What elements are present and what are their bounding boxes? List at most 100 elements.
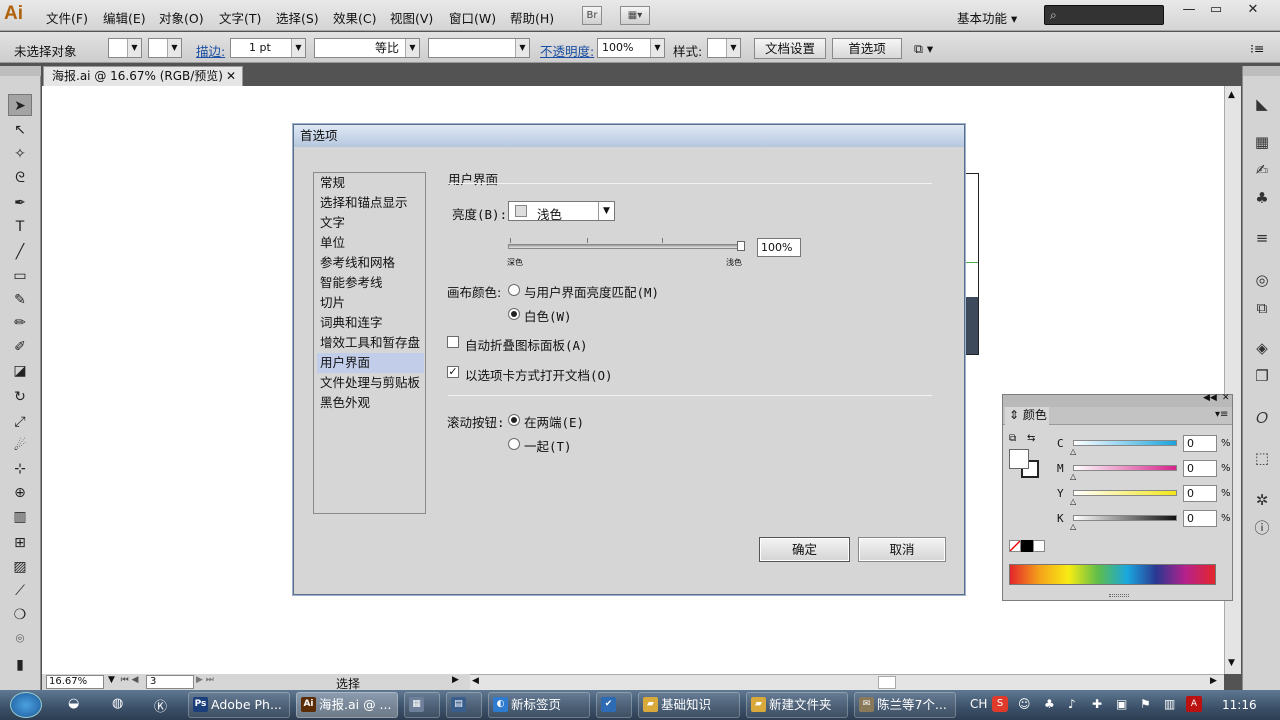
magenta-slider-handle[interactable]: △ — [1070, 472, 1076, 481]
panel-menu-icon[interactable]: ▾≡ — [1215, 409, 1228, 420]
taskbar-item-calculator[interactable]: ▦ — [404, 692, 440, 718]
category-item[interactable]: 增效工具和暂存盘 — [317, 333, 424, 353]
menu-effect[interactable]: 效果(C) — [333, 8, 376, 27]
black-value[interactable]: 0 — [1183, 510, 1217, 527]
panel-header[interactable]: ◀◀ ✕ — [1003, 393, 1232, 407]
category-item[interactable]: 参考线和网格 — [317, 253, 424, 273]
menu-help[interactable]: 帮助(H) — [510, 8, 554, 27]
network-icon[interactable]: ⚑ — [1140, 697, 1151, 711]
scroll-left-icon[interactable]: ◀ — [472, 676, 479, 686]
tray-icon[interactable]: ✚ — [1092, 697, 1102, 711]
open-as-tabs-checkbox[interactable]: ✓ — [447, 366, 459, 378]
stroke-link[interactable]: 描边: — [196, 41, 225, 60]
tray-icon[interactable]: ♣ — [1044, 697, 1055, 711]
magenta-value[interactable]: 0 — [1183, 460, 1217, 477]
first-artboard-icon[interactable]: ⏮ ◀ — [112, 675, 139, 685]
quicklaunch-icon[interactable]: ◒ — [68, 696, 79, 711]
menu-object[interactable]: 对象(O) — [159, 8, 204, 27]
tray-icon[interactable]: ▣ — [1116, 697, 1127, 711]
pen-tool-icon[interactable]: ✒ — [8, 192, 32, 214]
category-item[interactable]: 常规 — [317, 173, 424, 193]
canvas-match-radio[interactable] — [508, 284, 520, 296]
category-item[interactable]: 文件处理与剪贴板 — [317, 373, 424, 393]
layers-panel-icon[interactable]: ◈ — [1252, 338, 1272, 358]
cancel-button[interactable]: 取消 — [858, 537, 946, 562]
scroll-together-label[interactable]: 一起(T) — [524, 436, 572, 455]
tray-icon[interactable]: ☺ — [1018, 697, 1031, 711]
info-panel-icon[interactable]: ⓘ — [1252, 518, 1272, 538]
next-artboard-icon[interactable]: ▶ ⏭ — [196, 675, 214, 685]
rotate-tool-icon[interactable]: ↻ — [8, 386, 32, 408]
cyan-slider-handle[interactable]: △ — [1070, 447, 1076, 456]
resize-grip[interactable] — [1109, 594, 1129, 597]
scroll-up-icon[interactable]: ▲ — [1228, 90, 1235, 100]
yellow-slider[interactable] — [1073, 490, 1177, 496]
lasso-tool-icon[interactable]: ᘓ — [8, 167, 32, 189]
panel-grip[interactable] — [0, 66, 41, 76]
black-slider[interactable] — [1073, 515, 1177, 521]
gradient-panel-icon[interactable]: ◣ — [1252, 94, 1272, 114]
navigator-panel-icon[interactable]: ✲ — [1252, 490, 1272, 510]
fill-color-swatch[interactable] — [1009, 449, 1029, 469]
bridge-button[interactable]: Br — [582, 6, 602, 25]
menu-file[interactable]: 文件(F) — [46, 8, 88, 27]
warp-tool-icon[interactable]: ☄ — [8, 435, 32, 457]
dialog-title[interactable]: 首选项 — [294, 125, 964, 147]
category-item[interactable]: 词典和连字 — [317, 313, 424, 333]
mesh-tool-icon[interactable]: ⊞ — [8, 532, 32, 554]
black-swatch[interactable] — [1021, 540, 1033, 552]
cyan-slider[interactable] — [1073, 440, 1177, 446]
taskbar-item-photoshop[interactable]: Ps Adobe Ph... — [188, 692, 290, 718]
taskbar-item-illustrator[interactable]: Ai 海报.ai @ ... — [296, 692, 398, 718]
transform-icon[interactable]: ⧉ ▾ — [914, 41, 933, 57]
type-panel-icon[interactable]: 𝑂 — [1252, 408, 1272, 428]
artboard-field[interactable]: 3 — [146, 675, 194, 689]
scroll-down-icon[interactable]: ▼ — [1228, 658, 1235, 668]
taskbar-item-browser[interactable]: ◐ 新标签页 — [488, 692, 590, 718]
paintbrush-tool-icon[interactable]: ✎ — [8, 289, 32, 311]
scroll-at-ends-label[interactable]: 在两端(E) — [524, 412, 584, 431]
scroll-at-ends-radio[interactable] — [508, 414, 520, 426]
symbols-panel-icon[interactable]: ♣ — [1252, 188, 1272, 208]
search-input[interactable]: ⌕ — [1044, 5, 1164, 25]
blob-brush-tool-icon[interactable]: ✐ — [8, 336, 32, 358]
close-panel-icon[interactable]: ✕ — [1222, 393, 1230, 403]
category-item[interactable]: 智能参考线 — [317, 273, 424, 293]
document-tab[interactable]: 海报.ai @ 16.67% (RGB/预览) ✕ — [43, 66, 243, 86]
fill-swatch[interactable]: ▼ — [108, 38, 142, 58]
preferences-button[interactable]: 首选项 — [832, 38, 902, 59]
brightness-percent-field[interactable]: 100% — [757, 238, 801, 257]
brightness-dropdown[interactable]: 浅色 ▼ — [508, 201, 615, 222]
close-tab-icon[interactable]: ✕ — [226, 67, 236, 86]
start-button[interactable] — [10, 692, 42, 718]
taskbar-item-folder[interactable]: ▰ 新建文件夹 — [746, 692, 848, 718]
gradient-tool-icon[interactable]: ▨ — [8, 556, 32, 578]
magenta-slider[interactable] — [1073, 465, 1177, 471]
opacity-link[interactable]: 不透明度: — [540, 41, 594, 60]
swatches-panel-icon[interactable]: ▦ — [1252, 132, 1272, 152]
rectangle-tool-icon[interactable]: ▭ — [8, 265, 32, 287]
quicklaunch-icon[interactable]: Ⓚ — [154, 696, 167, 715]
category-item[interactable]: 单位 — [317, 233, 424, 253]
magic-wand-tool-icon[interactable]: ✧ — [8, 143, 32, 165]
yellow-slider-handle[interactable]: △ — [1070, 497, 1076, 506]
cyan-value[interactable]: 0 — [1183, 435, 1217, 452]
open-as-tabs-label[interactable]: 以选项卡方式打开文档(O) — [465, 365, 613, 384]
canvas-white-label[interactable]: 白色(W) — [524, 306, 572, 325]
menu-select[interactable]: 选择(S) — [276, 8, 319, 27]
quicklaunch-icon[interactable]: ◍ — [112, 696, 123, 711]
input-language[interactable]: CH — [970, 697, 987, 711]
category-item[interactable]: 文字 — [317, 213, 424, 233]
stroke-panel-icon[interactable]: ≡ — [1252, 228, 1272, 248]
category-item[interactable]: 选择和锚点显示 — [317, 193, 424, 213]
opacity-field[interactable]: 100% ▼ — [597, 38, 665, 58]
taskbar-item-app[interactable]: ✔ — [596, 692, 632, 718]
blend-tool-icon[interactable]: ❍ — [8, 604, 32, 626]
minimize-button[interactable]: — — [1176, 1, 1202, 19]
color-panel-tab[interactable]: ⇕ 颜色 — [1005, 407, 1049, 425]
arrange-documents-button[interactable]: ▦▾ — [620, 6, 650, 25]
selection-tool-icon[interactable]: ➤ — [8, 94, 32, 116]
free-transform-tool-icon[interactable]: ⊹ — [8, 458, 32, 480]
restore-button[interactable]: ▭ — [1203, 1, 1229, 19]
canvas-white-radio[interactable] — [508, 308, 520, 320]
